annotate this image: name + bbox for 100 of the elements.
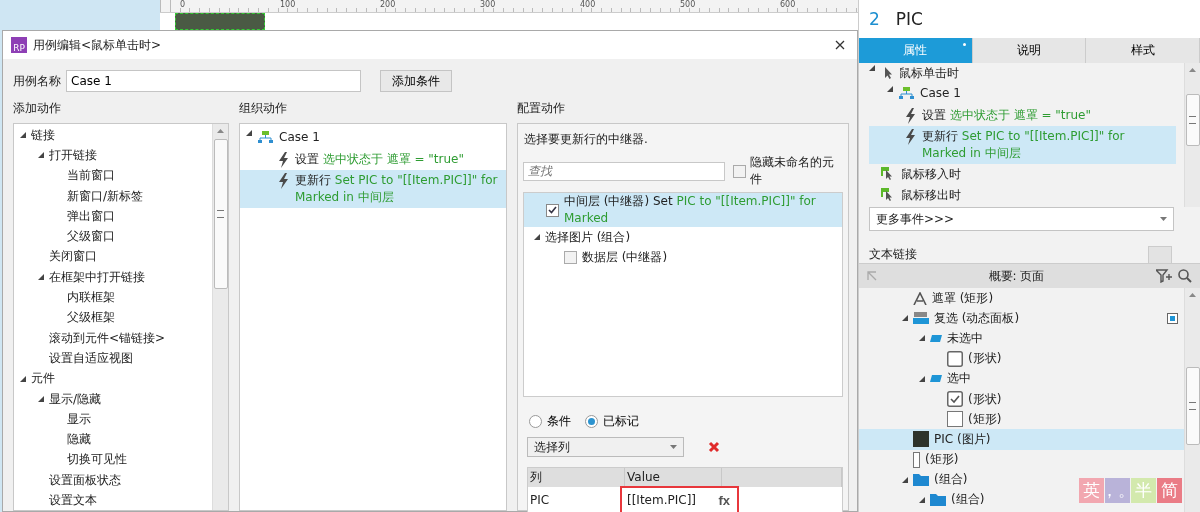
action-item[interactable]: 在框架中打开链接 (49, 268, 145, 286)
outline-label: PIC (图片) (934, 430, 991, 448)
target-label: 数据层 (中继器) (582, 248, 668, 266)
expand-triangle-icon[interactable] (869, 65, 875, 71)
event-label[interactable]: 鼠标移出时 (901, 186, 961, 204)
checkbox[interactable] (564, 250, 577, 264)
checkbox-label[interactable]: 隐藏未命名的元件 (749, 154, 843, 188)
search-field[interactable]: 查找 (523, 161, 725, 181)
scrollbar[interactable] (212, 124, 228, 510)
action-item[interactable]: 切换可见性 (67, 451, 127, 469)
state-icon (930, 375, 942, 383)
action-item[interactable]: 当前窗口 (67, 167, 115, 185)
action-item[interactable]: 显示 (67, 410, 91, 428)
scrollbar-thumb[interactable] (1185, 367, 1200, 445)
scroll-up-icon[interactable] (217, 129, 224, 133)
outline-label[interactable]: (形状) (968, 350, 1002, 368)
expand-triangle-icon[interactable] (38, 152, 44, 159)
rectangle-icon (947, 411, 963, 428)
case-icon (258, 131, 273, 143)
target-row[interactable]: 选择图片 (组合) (524, 227, 842, 248)
outline-label[interactable]: (形状) (968, 390, 1002, 408)
search-icon[interactable] (1178, 269, 1192, 283)
action-item[interactable]: 父级窗口 (67, 228, 115, 246)
case-name-field[interactable]: Case 1 (66, 70, 361, 92)
radio-option[interactable]: 条件 (529, 413, 571, 430)
panel-title: 概要: 页面 (987, 267, 1046, 285)
action-text: 更新行 Set PIC to "[[Item.PIC]]" for Marked in 中间层 (922, 127, 1126, 162)
photo-placeholder[interactable] (175, 13, 265, 30)
lightning-icon (278, 172, 289, 189)
column-dropdown[interactable]: 选择列 (527, 437, 684, 457)
ruler-label: 200 (378, 0, 478, 8)
scroll-up-icon[interactable] (1189, 293, 1196, 297)
more-events-dropdown[interactable]: 更多事件>>> (869, 207, 1174, 231)
scrollbar-thumb[interactable] (1185, 94, 1200, 146)
outline-label[interactable]: (组合) (934, 471, 968, 489)
cell-text: [[Item.PIC]] (627, 493, 696, 507)
outline-label[interactable]: 选中 (947, 370, 971, 388)
radio-option[interactable]: 已标记 (585, 413, 639, 430)
event-label[interactable]: 鼠标移入时 (901, 165, 961, 183)
action-row[interactable]: 设置 选中状态于 遮罩 = "true" (240, 148, 506, 170)
add-condition-button[interactable]: 添加条件 (380, 70, 452, 92)
outline-label[interactable]: 未选中 (947, 329, 983, 347)
target-row[interactable]: 数据层 (中继器) (524, 247, 842, 268)
widget-name: PIC (895, 9, 923, 29)
case-row[interactable]: Case 1 (240, 128, 506, 149)
filter-icon[interactable] (1156, 269, 1172, 283)
action-item[interactable]: 打开链接 (49, 146, 97, 164)
action-item[interactable]: 弹出窗口 (67, 207, 115, 225)
expand-triangle-icon[interactable] (38, 274, 44, 281)
action-item[interactable]: 元件 (31, 370, 55, 388)
tab[interactable]: 样式 (1086, 38, 1200, 63)
action-item[interactable]: 设置自适应视图 (49, 349, 133, 367)
expand-triangle-icon[interactable] (246, 130, 252, 136)
action-row[interactable]: 更新行 Set PIC to "[[Item.PIC]]" for Marked in 中间层 (240, 169, 506, 208)
action-item[interactable]: 内联框架 (67, 289, 115, 306)
action-item[interactable]: 显示/隐藏 (49, 390, 102, 408)
outline-label[interactable]: 遮罩 (矩形) (932, 289, 994, 307)
checked-checkbox-icon (947, 391, 963, 408)
checkbox[interactable] (732, 164, 746, 178)
target-label: 选择图片 (组合) (545, 228, 631, 246)
action-item[interactable]: 滚动到元件<锚链接> (49, 329, 166, 347)
expand-triangle-icon[interactable] (20, 375, 26, 382)
lightning-icon (278, 151, 289, 168)
fx-button[interactable]: fx (714, 492, 734, 508)
outline-label[interactable]: (矩形) (925, 451, 959, 469)
target-row[interactable]: 中间层 (中继器) Set PIC to "[[Item.PIC]]" for Marked (524, 193, 842, 227)
scroll-up-icon[interactable] (1189, 68, 1196, 72)
expand-triangle-icon[interactable] (887, 86, 893, 92)
outline-row[interactable]: PIC (图片) (859, 429, 1184, 450)
action-item[interactable]: 设置面板状态 (49, 471, 121, 489)
action-item[interactable]: 新窗口/新标签 (67, 187, 144, 205)
expand-triangle-icon[interactable] (20, 132, 26, 139)
scrollbar[interactable] (1184, 288, 1200, 512)
action-item[interactable]: 关闭窗口 (49, 248, 97, 266)
event-label[interactable]: 鼠标单击时 (899, 65, 959, 82)
case-label: Case 1 (279, 130, 320, 144)
outline-label[interactable]: (组合) (951, 491, 985, 509)
action-row[interactable]: 更新行 Set PIC to "[[Item.PIC]]" for Marked in 中间层 (869, 125, 1176, 164)
scrollbar[interactable] (1184, 63, 1200, 207)
action-text: 设置 选中状态于 遮罩 = "true" (295, 150, 464, 168)
action-item[interactable]: 链接 (31, 126, 55, 144)
action-item[interactable]: 设置文本 (49, 492, 97, 509)
case-label[interactable]: Case 1 (920, 86, 961, 100)
state-icon (930, 334, 942, 342)
lightning-icon (905, 107, 916, 124)
expand-triangle-icon[interactable] (38, 396, 44, 402)
close-icon (835, 40, 845, 50)
outline-label[interactable]: 复选 (动态面板) (934, 309, 1020, 327)
tab[interactable]: 说明 (972, 38, 1087, 63)
checkbox[interactable] (546, 203, 559, 217)
delete-icon (708, 441, 720, 453)
action-item[interactable]: 隐藏 (67, 431, 91, 449)
scrollbar-thumb[interactable] (213, 139, 228, 289)
case-icon (899, 87, 914, 99)
expand-triangle-icon[interactable] (534, 234, 540, 241)
action-row[interactable]: 设置 选中状态于 遮罩 = "true" (869, 104, 1176, 126)
action-item[interactable]: 父级框架 (67, 309, 115, 327)
ruler-label: 100 (278, 0, 378, 8)
outline-label[interactable]: (矩形) (968, 410, 1002, 428)
section-heading: 添加动作 (13, 100, 62, 117)
